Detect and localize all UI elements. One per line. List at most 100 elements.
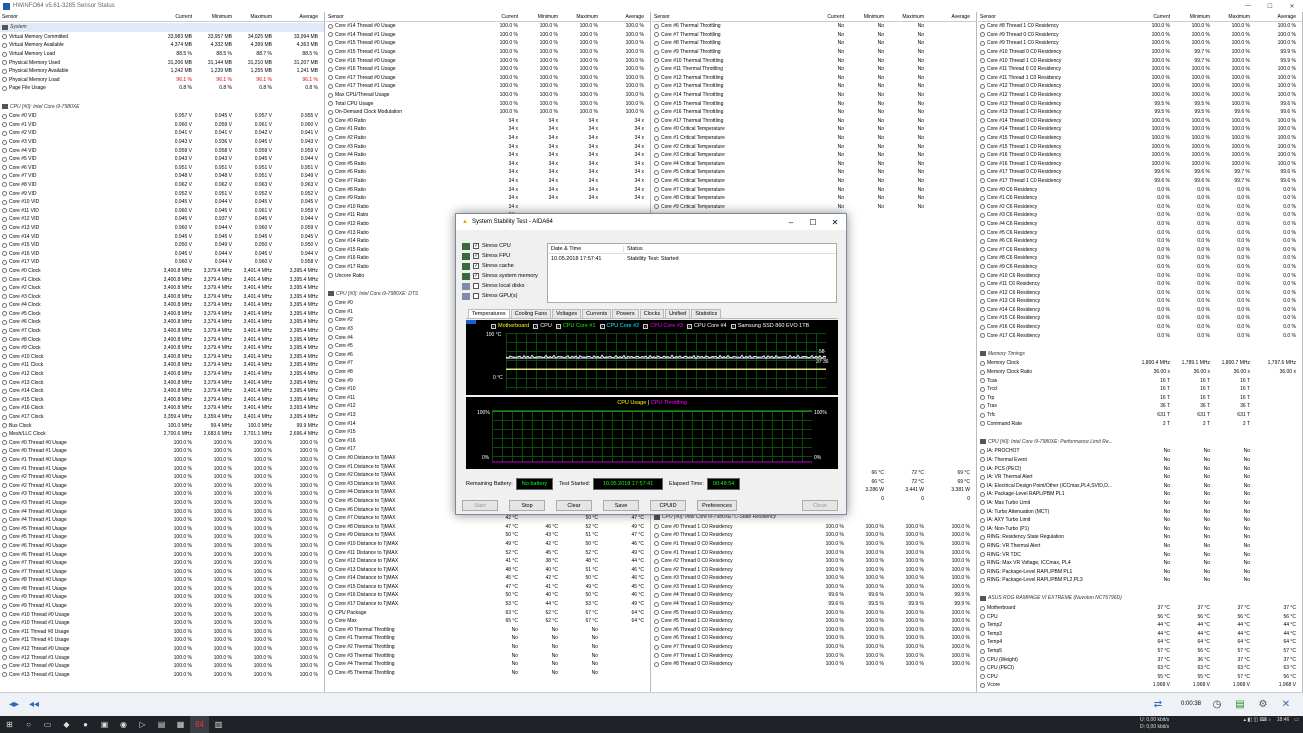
column-header[interactable]: Maximum — [886, 14, 926, 20]
sensor-row[interactable]: Core #7 Thread 0 C0 Residency 100.0 % 100.… — [652, 643, 976, 652]
sensor-row[interactable]: Core #9 Critical Temperature No No No — [652, 202, 976, 211]
sensor-row[interactable]: Core #14 Thermal Throttling No No No — [652, 91, 976, 100]
tray-icons[interactable]: ▴ ◧ ◫ ⌨ ♪ — [1244, 717, 1271, 723]
sensor-row[interactable]: Core #0 Thread #1 Usage 100.0 % 100.0 % 100… — [0, 447, 324, 456]
sensor-row[interactable]: Core #10 Distance to TjMAX 49 °C 42 °C 50 °… — [326, 540, 650, 549]
sensor-row[interactable]: RING: Package-Level RAPL/PBM PL2,PL3 No No… — [978, 576, 1302, 585]
sensor-row[interactable]: Core #5 Ratio 34 x 34 x 34 x 34 x — [326, 160, 650, 169]
checkbox[interactable]: ✓ — [473, 263, 479, 269]
sensor-row[interactable]: Core #14 Clock 3,400.8 MHz 3,379.4 MHz 3,40… — [0, 387, 324, 396]
sensor-row[interactable]: Core #15 Thread #0 Usage 100.0 % 100.0 % 10… — [326, 39, 650, 48]
sensor-row[interactable]: Core #13 Thread 0 C0 Residency 99.5 % 99.5… — [978, 99, 1302, 108]
tab-voltages[interactable]: Voltages — [552, 309, 582, 318]
sensor-row[interactable]: Core #11 Distance to TjMAX 52 °C 45 °C 52 °… — [326, 548, 650, 557]
sensor-row[interactable]: Core #6 Thread #0 Usage 100.0 % 100.0 % 100… — [0, 542, 324, 551]
sensor-row[interactable]: Core #12 Distance to TjMAX 41 °C 38 °C 48 °… — [326, 557, 650, 566]
sensor-row[interactable]: Trp 16 T 16 T 16 T — [978, 394, 1302, 403]
sensor-row[interactable]: Total CPU Usage 100.0 % 100.0 % 100.0 % 100.… — [326, 99, 650, 108]
sensor-row[interactable]: Temp2 44 °C 44 °C 44 °C 44 °C — [978, 621, 1302, 630]
sensor-row[interactable]: IA: Max Turbo Limit No No No — [978, 499, 1302, 508]
expand-right-icon[interactable]: ◂◂ — [24, 697, 44, 712]
sensor-row[interactable]: Core #5 Clock 3,400.8 MHz 3,379.4 MHz 3,401… — [0, 310, 324, 319]
sensor-row[interactable]: Memory Clock 1,800.4 MHz 1,789.1 MHz 1,800.… — [978, 359, 1302, 368]
column-header[interactable]: Average — [1252, 14, 1298, 20]
sensor-group[interactable]: ASUS ROG RAMPAGE VI EXTREME (Nuvoton NCT… — [978, 594, 1302, 603]
sensor-row[interactable]: Core #0 Ratio 34 x 34 x 34 x 34 x — [326, 117, 650, 126]
sensor-row[interactable]: Core #5 Thread #0 Usage 100.0 % 100.0 % 100… — [0, 524, 324, 533]
sensor-row[interactable]: Core #5 Critical Temperature No No No — [652, 168, 976, 177]
sensor-row[interactable]: Core #10 VID 0.945 V 0.944 V 0.945 V 0.945 V — [0, 198, 324, 207]
app-icon-1[interactable]: ◆ — [57, 716, 76, 733]
sensor-row[interactable]: Core #3 Thread #0 Usage 100.0 % 100.0 % 100… — [0, 490, 324, 499]
clear-button[interactable]: Clear — [556, 500, 592, 511]
checkbox[interactable]: ✓ — [473, 243, 479, 249]
sensor-row[interactable]: Physical Memory Used 31,206 MB 31,144 MB 31… — [0, 58, 324, 67]
column-header[interactable]: Minimum — [520, 14, 560, 20]
sensor-row[interactable]: Core #12 Thread #1 Usage 100.0 % 100.0 % 10… — [0, 653, 324, 662]
tab-unified[interactable]: Unified — [665, 309, 691, 318]
sensor-row[interactable]: Core #0 VID 0.957 V 0.945 V 0.957 V 0.955 V — [0, 112, 324, 121]
stress-option[interactable]: ✓ Stress cache — [462, 261, 538, 271]
sensor-row[interactable]: Tcas 16 T 16 T 16 T — [978, 376, 1302, 385]
column-header[interactable]: Current — [802, 14, 846, 20]
panel-header[interactable]: Sensor Current Minimum Maximum Average — [326, 12, 650, 22]
sensor-row[interactable]: Core #2 Clock 3,400.8 MHz 3,379.4 MHz 3,401… — [0, 284, 324, 293]
sensor-row[interactable]: Core #2 Ratio 34 x 34 x 34 x 34 x — [326, 134, 650, 143]
tab-powers[interactable]: Powers — [612, 309, 639, 318]
stress-option[interactable]: Stress local disks — [462, 281, 538, 291]
sensor-row[interactable]: Temp3 44 °C 44 °C 44 °C 44 °C — [978, 630, 1302, 639]
network-icon[interactable]: ⇄ — [1148, 697, 1168, 712]
sensor-row[interactable]: Core #10 Thread #1 Usage 100.0 % 100.0 % 10… — [0, 619, 324, 628]
sensor-row[interactable]: Core #8 Thread 0 C0 Residency 100.0 % 100.… — [652, 660, 976, 669]
sensor-row[interactable]: Core #9 Distance to TjMAX 50 °C 43 °C 51 °C… — [326, 531, 650, 540]
sensor-row[interactable]: Core #9 C6 Residency 0.0 % 0.0 % 0.0 % 0.0 % — [978, 263, 1302, 272]
sensor-row[interactable]: Core #3 Clock 3,400.8 MHz 3,379.4 MHz 3,401… — [0, 292, 324, 301]
sensor-row[interactable]: Core #0 Critical Temperature No No No — [652, 125, 976, 134]
column-header[interactable]: Sensor — [652, 14, 802, 20]
sensor-row[interactable]: Virtual Memory Load 88.5 % 88.5 % 88.7 % 88.… — [0, 50, 324, 59]
checkbox[interactable] — [473, 283, 479, 289]
sensor-row[interactable]: Core #9 Thread #0 Usage 100.0 % 100.0 % 100… — [0, 593, 324, 602]
sensor-row[interactable]: Page File Usage 0.8 % 0.8 % 0.8 % 0.8 % — [0, 84, 324, 93]
sensor-row[interactable]: Core #16 Clock 3,400.8 MHz 3,379.4 MHz 3,40… — [0, 404, 324, 413]
sensor-row[interactable]: Core #4 Thread #0 Usage 100.0 % 100.0 % 100… — [0, 507, 324, 516]
sensor-row[interactable]: Core #3 C6 Residency 0.0 % 0.0 % 0.0 % 0.0 % — [978, 211, 1302, 220]
sensor-row[interactable]: Core #8 Ratio 34 x 34 x 34 x 34 x — [326, 185, 650, 194]
sensor-row[interactable]: Core #17 Thread 0 C0 Residency 99.6 % 99.6… — [978, 168, 1302, 177]
tab-clocks[interactable]: Clocks — [639, 309, 665, 318]
settings-icon[interactable]: ⚙ — [1253, 697, 1273, 712]
sensor-row[interactable]: Core #9 Thread 0 C0 Residency 100.0 % 100.… — [978, 31, 1302, 40]
sensor-row[interactable]: RING: Package-Level RAPL/PBM PL1 No No No — [978, 567, 1302, 576]
sensor-row[interactable]: Core #6 Ratio 34 x 34 x 34 x 34 x — [326, 168, 650, 177]
sensor-row[interactable]: Core #17 Distance to TjMAX 53 °C 44 °C 53 °… — [326, 600, 650, 609]
sensor-row[interactable]: Core #16 Thread 0 C0 Residency 100.0 % 100… — [978, 151, 1302, 160]
sensor-row[interactable]: Trcd 16 T 16 T 16 T — [978, 385, 1302, 394]
sensor-row[interactable] — [978, 340, 1302, 349]
notification-icon[interactable]: ▭ — [1294, 717, 1299, 723]
sensor-row[interactable]: Core #14 Thread #0 Usage 100.0 % 100.0 % 10… — [326, 22, 650, 31]
sensor-row[interactable]: Core #5 Thread #1 Usage 100.0 % 100.0 % 100… — [0, 533, 324, 542]
sensor-row[interactable]: Core #12 Thread #0 Usage 100.0 % 100.0 % 10… — [0, 645, 324, 654]
sensor-row[interactable]: Core #1 Critical Temperature No No No — [652, 134, 976, 143]
sensor-row[interactable]: RING: Max VR Voltage, ICCmax, PL4 No No No — [978, 559, 1302, 568]
sensor-row[interactable]: Core #0 Clock 3,400.8 MHz 3,379.4 MHz 3,401… — [0, 267, 324, 276]
stress-option[interactable]: ✓ Stress FPU — [462, 251, 538, 261]
column-header[interactable]: Minimum — [846, 14, 886, 20]
stress-option[interactable]: ✓ Stress CPU — [462, 241, 538, 251]
sensor-row[interactable]: Physical Memory Available 1,242 MB 1,239 M… — [0, 67, 324, 76]
sensor-row[interactable]: Core #9 Clock 3,400.8 MHz 3,379.4 MHz 3,401… — [0, 344, 324, 353]
sensor-row[interactable]: Virtual Memory Available 4,374 MB 4,332 MB… — [0, 41, 324, 50]
sensor-row[interactable]: Core #10 C6 Residency 0.0 % 0.0 % 0.0 % 0.0 … — [978, 271, 1302, 280]
sensor-row[interactable]: Core #16 Thread #0 Usage 100.0 % 100.0 % 10… — [326, 56, 650, 65]
sensor-row[interactable]: Core #4 Ratio 34 x 34 x 34 x 34 x — [326, 151, 650, 160]
sensor-row[interactable]: Core #1 VID 0.960 V 0.959 V 0.961 V 0.960 V — [0, 121, 324, 130]
sensor-row[interactable]: Core #4 Thermal Throttling No No No — [326, 660, 650, 669]
sensor-row[interactable]: Core #17 Thread #1 Usage 100.0 % 100.0 % 10… — [326, 82, 650, 91]
sensor-row[interactable]: Core #4 Clock 3,400.8 MHz 3,379.4 MHz 3,401… — [0, 301, 324, 310]
column-header[interactable]: Average — [926, 14, 972, 20]
sensor-row[interactable]: Core #8 Thread 1 C0 Residency 100.0 % 100.… — [978, 22, 1302, 31]
start-icon[interactable]: ⊞ — [0, 716, 19, 733]
sensor-row[interactable]: Core #8 VID 0.962 V 0.962 V 0.963 V 0.963 V — [0, 181, 324, 190]
sensor-row[interactable]: Core #7 Clock 3,400.8 MHz 3,379.4 MHz 3,401… — [0, 327, 324, 336]
column-header[interactable]: Minimum — [1172, 14, 1212, 20]
